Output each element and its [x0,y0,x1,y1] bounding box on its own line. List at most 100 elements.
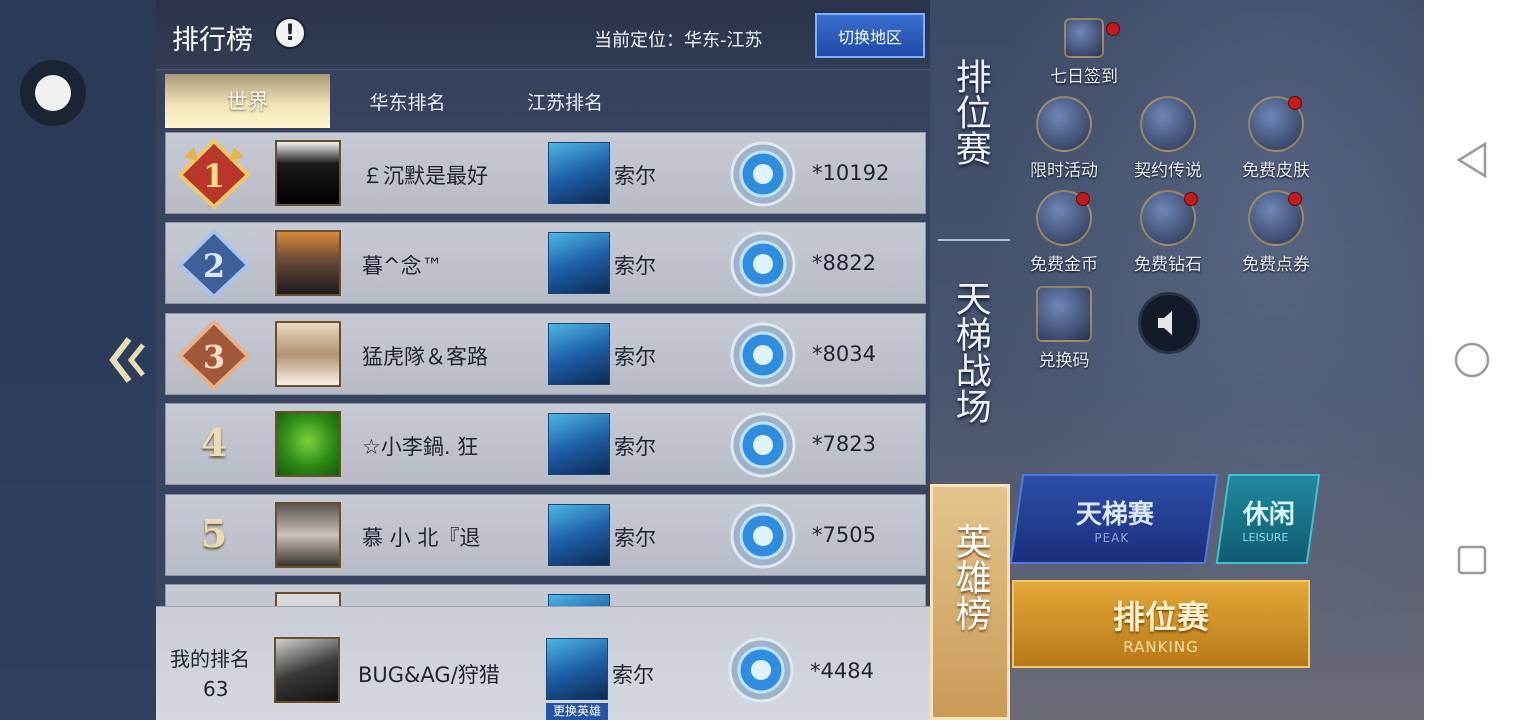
free-diamond-button[interactable]: 免费钻石 [1118,190,1218,280]
limited-event-button[interactable]: 限时活动 [1014,96,1114,186]
gold-diamond-badge-icon: 1 [177,138,251,210]
game-icon-label: 免费皮肤 [1242,161,1310,181]
hero-medal-icon [728,410,798,480]
score: *8034 [812,342,876,366]
info-icon[interactable]: ! [274,17,306,49]
table-row[interactable] [165,584,926,606]
notification-dot [1076,192,1090,206]
hero-medal-icon [728,320,798,390]
peak-mode-button[interactable]: 天梯赛 PEAK [1009,474,1219,564]
game-icon-label: 七日签到 [1050,67,1118,87]
game-icon-label: 限时活动 [1030,161,1098,181]
player-name: ￡沉默是最好 [362,164,488,188]
square-recents-icon [1457,545,1487,575]
leaderboard-list[interactable]: 1 ￡沉默是最好 索尔 *10192 2 暮^念™ 索尔 *8822 3 猛虎隊… [165,132,926,606]
ranking-title: 排位赛 [1112,598,1209,636]
blue-medal-icon [730,141,796,207]
table-row[interactable]: 3 猛虎隊＆客路 索尔 *8034 [165,313,926,395]
hero-medal-icon [728,139,798,209]
my-rank-value: 63 [203,677,229,701]
blue-medal-icon [730,322,796,388]
triangle-back-icon [1456,141,1487,179]
table-row[interactable]: 5 慕 小 北『退 索尔 *7505 [165,494,926,576]
rank-number: 2 [203,247,225,285]
blue-medal-icon [728,637,794,703]
table-row[interactable]: 1 ￡沉默是最好 索尔 *10192 [165,132,926,214]
hero-name: 索尔 [614,435,656,459]
tab-east-china[interactable]: 华东排名 [330,74,485,128]
silver-diamond-badge-icon: 2 [177,228,251,300]
back-chevron-icon[interactable] [104,332,150,388]
tab-world[interactable]: 世界 [165,74,330,128]
leisure-title: 休闲 [1242,500,1295,530]
side-tab-ladder[interactable]: 天梯战场 [930,280,1010,433]
contract-legend-button[interactable]: 契约传说 [1118,96,1218,186]
game-icon-label: 免费钻石 [1134,255,1202,275]
score: *10192 [812,161,890,185]
rank-1-badge-icon: 1 [176,137,252,211]
tag-icon [1036,286,1092,342]
floating-ball-dot [35,75,71,111]
nav-back-button[interactable] [1452,140,1492,180]
leisure-mode-button[interactable]: 休闲 LEISURE [1215,474,1321,564]
avatar[interactable] [275,140,341,206]
side-tab-label: 英雄榜 [949,523,991,631]
hero-portrait [548,323,610,385]
leaderboard-tabs: 世界 华东排名 江苏排名 [165,74,927,128]
hero-name: 索尔 [614,254,656,278]
avatar[interactable] [275,502,341,568]
game-icon-label: 契约传说 [1134,161,1202,181]
ranking-mode-button[interactable]: 排位赛 RANKING [1012,580,1310,668]
hero-name: 索尔 [614,526,656,550]
sound-toggle-button[interactable] [1138,292,1200,354]
bronze-diamond-badge-icon: 3 [177,319,251,391]
free-voucher-button[interactable]: 免费点券 [1226,190,1326,280]
avatar[interactable] [275,411,341,477]
side-tabs: 排位赛 天梯战场 英雄榜 [930,40,1016,720]
score: *4484 [810,659,874,683]
side-tab-hero-board[interactable]: 英雄榜 [930,484,1010,720]
hero-icon [1140,96,1196,152]
side-tab-ranked[interactable]: 排位赛 [930,58,1010,175]
table-row[interactable]: 4 ☆小李鍋. 狂 索尔 *7823 [165,403,926,485]
avatar[interactable] [274,637,340,703]
avatar[interactable] [275,321,341,387]
game-icon-label: 免费金币 [1030,255,1098,275]
game-icon-label: 兑换码 [1038,351,1090,371]
info-glyph: ! [284,20,296,46]
free-skin-button[interactable]: 免费皮肤 [1226,96,1326,186]
tab-jiangsu[interactable]: 江苏排名 [485,74,645,128]
player-name: BUG&AG/狩猎 [358,663,500,687]
notification-dot [1288,96,1302,110]
avatar[interactable] [275,230,341,296]
rank-2-badge-icon: 2 [176,227,252,301]
table-row[interactable]: 2 暮^念™ 索尔 *8822 [165,222,926,304]
my-rank-bar[interactable]: 我的排名 63 BUG&AG/狩猎 更换英雄 索尔 *4484 [156,606,930,720]
rank-number: 4 [200,420,228,465]
hero-portrait[interactable] [546,638,608,700]
nav-home-button[interactable] [1452,340,1492,380]
change-hero-button[interactable]: 更换英雄 [546,703,608,720]
leaderboard-header: 排行榜 ! 当前定位：华东-江苏 切换地区 [156,0,930,70]
speaker-icon [1158,311,1172,335]
side-tab-label: 天梯战场 [949,280,991,424]
blue-medal-icon [730,503,796,569]
notification-dot [1184,192,1198,206]
avatar[interactable] [275,592,341,606]
free-gold-button[interactable]: 免费金币 [1014,190,1114,280]
nav-recents-button[interactable] [1452,540,1492,580]
peak-title: 天梯赛 [1075,499,1154,530]
blue-medal-icon [730,412,796,478]
floating-assist-ball[interactable] [20,60,86,126]
player-name: 暮^念™ [362,254,443,278]
leisure-subtitle: LEISURE [1242,531,1289,544]
score: *8822 [812,251,876,275]
hero-medal-icon [726,635,796,705]
switch-region-button[interactable]: 切换地区 [815,13,925,58]
calendar-icon [1064,18,1104,58]
player-name: 慕 小 北『退 [362,526,481,550]
peak-subtitle: PEAK [1093,530,1129,545]
left-strip [0,0,156,720]
rank-number: 1 [203,157,225,195]
redeem-code-button[interactable]: 兑换码 [1014,286,1114,376]
